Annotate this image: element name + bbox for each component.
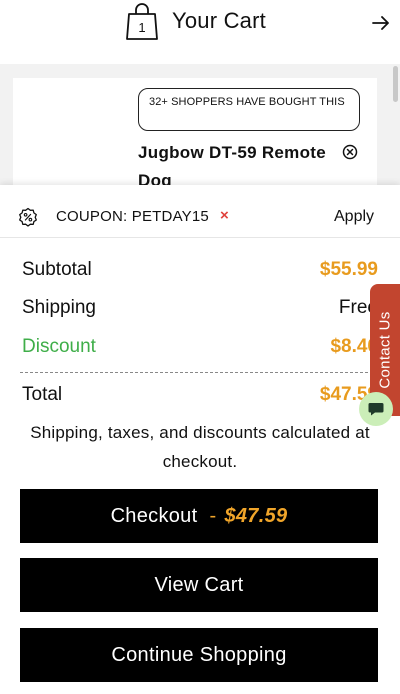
shipping-label: Shipping — [22, 297, 96, 318]
summary-divider — [20, 372, 378, 373]
bag-count: 1 — [138, 20, 145, 35]
checkout-price: $47.59 — [224, 504, 288, 527]
checkout-label: Checkout — [110, 504, 198, 527]
order-summary-sheet: COUPON: PETDAY15 × Apply Subtotal $55.99… — [0, 185, 400, 694]
subtotal-row: Subtotal $55.99 — [22, 259, 378, 285]
continue-shopping-button[interactable]: Continue Shopping — [20, 628, 378, 682]
cart-header: 1 Your Cart — [0, 0, 400, 46]
cart-drawer: 1 Your Cart 32+ SHOPPERS HAVE BOUGHT THI… — [0, 0, 400, 694]
shipping-row: Shipping Free — [22, 297, 378, 323]
close-circle-icon[interactable] — [342, 144, 358, 160]
coupon-row: COUPON: PETDAY15 × Apply — [0, 185, 400, 238]
view-cart-button[interactable]: View Cart — [20, 558, 378, 612]
shoppers-badge: 32+ SHOPPERS HAVE BOUGHT THIS — [138, 88, 360, 131]
subtotal-label: Subtotal — [22, 259, 92, 280]
cart-items-list[interactable]: 32+ SHOPPERS HAVE BOUGHT THIS Jugbow DT-… — [0, 64, 400, 185]
total-row: Total $47.59 — [22, 384, 378, 410]
total-label: Total — [22, 384, 63, 405]
apply-coupon-button[interactable]: Apply — [334, 208, 374, 226]
remove-coupon-button[interactable]: × — [220, 207, 229, 224]
discount-label: Discount — [22, 336, 96, 357]
item-name[interactable]: Jugbow DT-59 Remote Dog — [138, 139, 328, 185]
arrow-right-icon[interactable] — [368, 10, 394, 36]
scrollbar[interactable] — [393, 66, 398, 102]
checkout-note: Shipping, taxes, and discounts calculate… — [30, 423, 370, 471]
contact-us-label: Contact Us — [376, 311, 394, 389]
checkout-separator: - — [209, 504, 217, 527]
chat-bubble-icon[interactable] — [359, 392, 393, 426]
shopping-bag-icon: 1 — [124, 3, 160, 41]
percent-badge-icon — [18, 207, 38, 227]
cart-title: Your Cart — [172, 8, 266, 33]
cart-item: 32+ SHOPPERS HAVE BOUGHT THIS Jugbow DT-… — [13, 78, 377, 185]
discount-row: Discount $8.40 — [22, 336, 378, 362]
coupon-code: COUPON: PETDAY15 — [56, 208, 209, 225]
checkout-button[interactable]: Checkout - $47.59 — [20, 489, 378, 543]
subtotal-value: $55.99 — [319, 259, 378, 280]
